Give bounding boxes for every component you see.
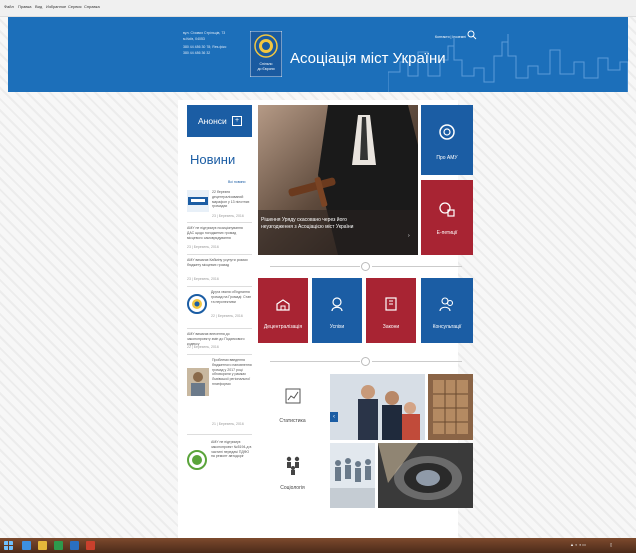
tile-laws-label: Закони bbox=[382, 324, 400, 330]
news-item-title[interactable]: АМУ вимагає Кабміну усунути ризики бюдже… bbox=[187, 258, 249, 268]
news-item-title[interactable]: Проблеми введення бюджетного наповнення … bbox=[212, 358, 252, 387]
announcements-button[interactable]: Анонси + bbox=[187, 105, 252, 137]
menu-edit[interactable]: Правка bbox=[18, 4, 32, 9]
divider bbox=[270, 361, 360, 362]
photo-camera-lens[interactable] bbox=[378, 443, 473, 508]
tile-decentralization-label: Децентралізація bbox=[263, 324, 303, 330]
hero-slide[interactable]: Рішення Уряду скасовано через його неузг… bbox=[258, 105, 418, 255]
announcements-label: Анонси bbox=[198, 116, 227, 126]
slider-arrow-icon[interactable]: › bbox=[408, 233, 416, 239]
crowd-image bbox=[330, 443, 375, 508]
hero-caption[interactable]: Рішення Уряду скасовано через його неузг… bbox=[258, 217, 376, 231]
slider-prev-icon[interactable]: ‹ bbox=[330, 412, 338, 422]
statistics-chart-icon[interactable] bbox=[285, 388, 301, 404]
laws-book-icon bbox=[385, 297, 397, 311]
file-explorer-icon[interactable] bbox=[38, 541, 47, 550]
tile-successes-label: Успіхи bbox=[329, 324, 345, 330]
menu-favorites[interactable]: Избранное bbox=[46, 4, 66, 9]
browser-menubar: Файл Правка Вид Избранное Сервис Справка bbox=[0, 0, 636, 17]
powerpoint-icon[interactable] bbox=[86, 541, 95, 550]
camera-lens-image bbox=[378, 443, 473, 508]
plus-icon[interactable]: + bbox=[232, 116, 242, 126]
petition-icon bbox=[439, 202, 455, 217]
amu-emblem-icon bbox=[439, 124, 455, 140]
news-list: 22 березня децентралізований марафон у 1… bbox=[187, 190, 252, 535]
statistics-label[interactable]: Статистика bbox=[265, 418, 320, 424]
news-thumb[interactable] bbox=[187, 368, 209, 396]
clock-icon[interactable]: ▯ bbox=[610, 542, 612, 547]
search-icon[interactable] bbox=[467, 30, 477, 40]
eco-emblem-icon bbox=[192, 455, 202, 465]
divider bbox=[372, 361, 462, 362]
tile-consultations[interactable]: Консультації bbox=[421, 278, 473, 343]
news-thumb[interactable] bbox=[187, 294, 207, 314]
association-emblem-icon bbox=[192, 299, 202, 309]
news-thumb[interactable] bbox=[187, 190, 209, 212]
news-heading: Новини bbox=[190, 152, 236, 167]
tile-epetition-label: Е-петиції bbox=[436, 230, 458, 236]
news-item-title[interactable]: 22 березня децентралізований марафон у 1… bbox=[212, 190, 252, 209]
divider bbox=[187, 222, 252, 223]
svg-text:до Європи: до Європи bbox=[257, 67, 274, 71]
menu-tools[interactable]: Сервис bbox=[68, 4, 82, 9]
news-thumbnail-image bbox=[188, 197, 208, 205]
divider bbox=[187, 286, 252, 287]
business-people-image bbox=[330, 374, 425, 440]
app-icon[interactable] bbox=[54, 541, 63, 550]
divider bbox=[270, 266, 360, 267]
tile-decentralization[interactable]: Децентралізація bbox=[258, 278, 308, 343]
divider bbox=[187, 328, 252, 329]
tile-laws[interactable]: Закони bbox=[366, 278, 416, 343]
tile-epetition[interactable]: Е-петиції bbox=[421, 180, 473, 255]
ornament-icon bbox=[361, 262, 370, 271]
judge-gavel-image bbox=[258, 105, 418, 255]
ie-browser-icon[interactable] bbox=[22, 541, 31, 550]
divider bbox=[187, 354, 252, 355]
photo-architecture[interactable] bbox=[428, 374, 473, 440]
menu-help[interactable]: Справка bbox=[84, 4, 100, 9]
word-icon[interactable] bbox=[70, 541, 79, 550]
news-item-title[interactable]: АМУ не підтримує позиціонування ДАС щодо… bbox=[187, 226, 249, 240]
site-header: вул. Січових Стрільців, 73 м.Київ, 04053… bbox=[8, 17, 628, 92]
tile-about-label: Про АМУ bbox=[436, 155, 458, 161]
ornament-icon bbox=[361, 357, 370, 366]
start-windows-icon[interactable] bbox=[4, 541, 13, 550]
news-item-date: 23 | Березень, 2016 bbox=[212, 214, 244, 218]
menu-view[interactable]: Вид bbox=[35, 4, 42, 9]
sociology-people-icon[interactable] bbox=[285, 455, 301, 475]
news-item-date: 22 | Березень, 2016 bbox=[211, 314, 243, 318]
divider bbox=[187, 254, 252, 255]
news-item-date: 21 | Березень, 2016 bbox=[212, 422, 244, 426]
photo-business-meeting[interactable] bbox=[330, 374, 425, 440]
site-title[interactable]: Асоціація міст України bbox=[290, 50, 446, 67]
news-item-title[interactable]: Друга хвиля об'єднання громад на Громаді… bbox=[211, 290, 252, 304]
news-item-date: 23 | Березень, 2016 bbox=[187, 245, 219, 249]
decentralization-icon bbox=[276, 299, 290, 311]
windows-taskbar: ▲ ◐ ◑ ▭ ▯ bbox=[0, 538, 636, 553]
tile-successes[interactable]: Успіхи bbox=[312, 278, 362, 343]
tile-consultations-label: Консультації bbox=[432, 324, 462, 330]
people-photo-thumbnail bbox=[191, 372, 205, 396]
news-thumb[interactable] bbox=[187, 450, 207, 470]
news-item-title[interactable]: АМУ не підтримує законопроект №5194-д в … bbox=[211, 440, 252, 459]
consultation-people-icon bbox=[439, 297, 454, 312]
contact-address: вул. Січових Стрільців, 73 м.Київ, 04053… bbox=[183, 31, 227, 55]
success-icon bbox=[331, 297, 343, 312]
top-links[interactable]: Контакти | Іноземні bbox=[435, 35, 466, 39]
building-image bbox=[428, 374, 473, 440]
sociology-label[interactable]: Соціологія bbox=[265, 485, 320, 491]
divider bbox=[187, 434, 252, 435]
system-tray[interactable]: ▲ ◐ ◑ ▭ bbox=[570, 542, 586, 547]
news-item-date: 23 | Березень, 2016 bbox=[187, 277, 219, 281]
menu-file[interactable]: Файл bbox=[4, 4, 14, 9]
svg-text:Спільно: Спільно bbox=[260, 62, 273, 66]
divider bbox=[372, 266, 462, 267]
all-news-link[interactable]: Всі новини bbox=[228, 180, 245, 184]
amu-logo[interactable]: Спільно до Європи bbox=[250, 31, 282, 77]
photo-crowd[interactable] bbox=[330, 443, 375, 508]
tile-about[interactable]: Про АМУ bbox=[421, 105, 473, 175]
news-item-date: 22 | Березень, 2016 bbox=[187, 345, 219, 349]
